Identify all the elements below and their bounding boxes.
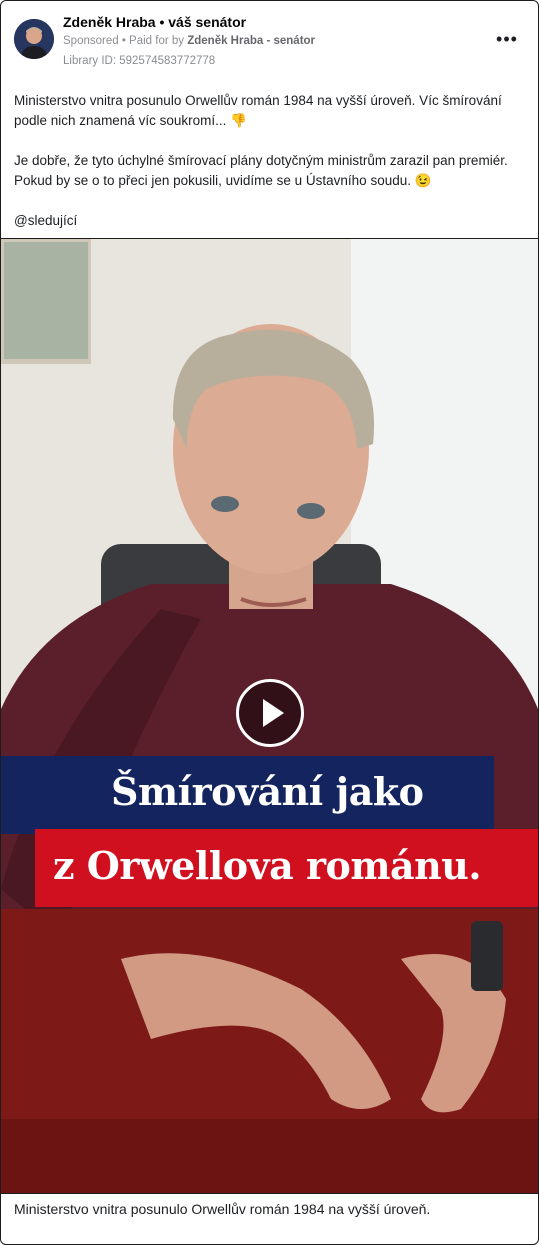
divider [1,1193,538,1194]
ad-card: Zdeněk Hraba • váš senátor Sponsored • P… [0,0,539,1245]
play-triangle-icon [263,699,284,727]
paid-for-by[interactable]: Zdeněk Hraba - senátor [187,35,315,47]
overlay-text-line2: z Orwellova románu. [53,843,482,888]
page-name[interactable]: Zdeněk Hraba • váš senátor [63,14,246,30]
post-paragraph: Ministerstvo vnitra posunulo Orwellův ro… [14,93,502,128]
post-header: Zdeněk Hraba • váš senátor Sponsored • P… [1,1,538,81]
more-options-icon[interactable]: ••• [496,29,518,51]
paid-for-prefix: • Paid for by [118,35,188,47]
page-avatar[interactable] [14,19,54,59]
sponsored-label: Sponsored [63,35,119,47]
overlay-text-line1: Šmírování jako [111,769,424,814]
post-paragraph[interactable]: @sledující [14,211,529,231]
sponsored-meta: Sponsored • Paid for by Zdeněk Hraba - s… [63,35,315,47]
post-text: Ministerstvo vnitra posunulo Orwellův ro… [14,91,529,251]
play-button-icon[interactable] [236,679,304,747]
library-id: Library ID: 592574583772778 [63,55,216,67]
video-caption: Ministerstvo vnitra posunulo Orwellův ro… [14,1201,431,1217]
post-paragraph: Je dobře, že tyto úchylné šmírovací plán… [14,153,508,188]
